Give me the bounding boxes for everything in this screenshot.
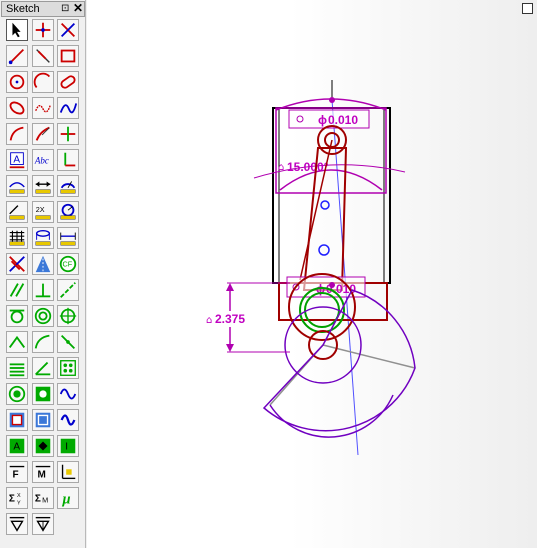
- dim-arrow-down-icon: [226, 344, 234, 352]
- dim-arrow-up-icon: [226, 283, 234, 291]
- length-lock-icon: ⌂: [206, 315, 212, 326]
- sketch-drawing: ϕ 0.010 ⌂ 15.000° ϕ 0.010 ⌂ 2.375: [205, 80, 416, 456]
- rod-point-upper[interactable]: [320, 200, 330, 210]
- cylinder-outline[interactable]: [272, 107, 391, 284]
- length-dimension[interactable]: 2.375: [215, 312, 245, 326]
- top-tolerance-value: 0.010: [328, 113, 358, 127]
- angle-lock-icon: ⌂: [278, 162, 284, 173]
- top-point[interactable]: [329, 97, 335, 103]
- rod-point-lower[interactable]: [318, 244, 330, 256]
- crank-pin-point[interactable]: [329, 282, 335, 288]
- top-diameter-symbol: ϕ: [318, 113, 327, 127]
- angle-dimension[interactable]: 15.000°: [287, 160, 329, 174]
